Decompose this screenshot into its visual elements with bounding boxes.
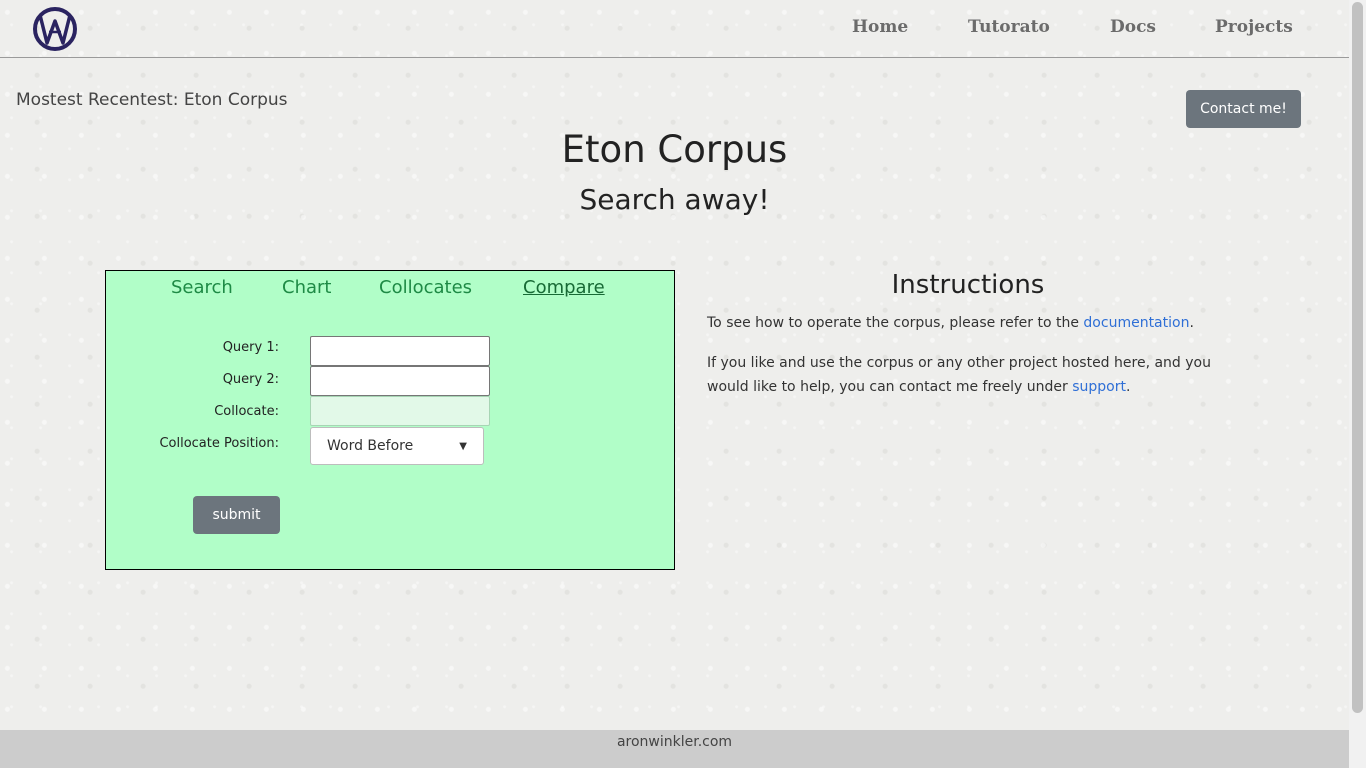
query1-input[interactable] bbox=[310, 336, 490, 366]
tab-search[interactable]: Search bbox=[171, 277, 233, 298]
submit-button[interactable]: submit bbox=[193, 496, 280, 534]
page-title: Eton Corpus bbox=[561, 128, 788, 171]
scrollbar-thumb[interactable] bbox=[1352, 2, 1363, 713]
collocate-input[interactable] bbox=[310, 396, 490, 426]
query1-label: Query 1: bbox=[222, 340, 279, 355]
documentation-link[interactable]: documentation bbox=[1083, 315, 1189, 331]
footer: aronwinkler.com bbox=[0, 730, 1349, 768]
instructions-text: . bbox=[1126, 379, 1131, 395]
collocate-position-value: Word Before bbox=[327, 438, 414, 454]
most-recent-label: Mostest Recentest: Eton Corpus bbox=[16, 90, 288, 110]
tab-collocates[interactable]: Collocates bbox=[379, 277, 472, 298]
footer-text: aronwinkler.com bbox=[616, 734, 733, 750]
instructions-title: Instructions bbox=[891, 270, 1045, 300]
instructions-text: . bbox=[1189, 315, 1194, 331]
tab-chart[interactable]: Chart bbox=[282, 277, 331, 298]
search-panel: Search Chart Collocates Compare Query 1:… bbox=[105, 270, 675, 570]
contact-button[interactable]: Contact me! bbox=[1186, 90, 1301, 128]
query2-input[interactable] bbox=[310, 366, 490, 396]
vertical-scrollbar[interactable] bbox=[1349, 0, 1366, 768]
collocate-label: Collocate: bbox=[214, 404, 279, 419]
search-tabs: Search Chart Collocates Compare bbox=[106, 277, 674, 303]
page-subtitle: Search away! bbox=[579, 183, 770, 216]
chevron-down-icon: ▼ bbox=[459, 440, 467, 452]
nav-tutorato-link[interactable]: Tutorato bbox=[968, 17, 1050, 37]
instructions-text: To see how to operate the corpus, please… bbox=[707, 315, 1084, 331]
top-navbar: Home Tutorato Docs Projects bbox=[0, 0, 1349, 58]
collocate-position-select[interactable]: Word Before ▼ bbox=[310, 427, 484, 465]
tab-compare[interactable]: Compare bbox=[523, 277, 605, 298]
instructions-paragraph-1: To see how to operate the corpus, please… bbox=[707, 311, 1237, 335]
instructions-paragraph-2: If you like and use the corpus or any ot… bbox=[707, 351, 1237, 399]
nav-projects-link[interactable]: Projects bbox=[1215, 17, 1293, 37]
query2-label: Query 2: bbox=[222, 372, 279, 387]
nav-docs-link[interactable]: Docs bbox=[1110, 17, 1156, 37]
support-link[interactable]: support bbox=[1072, 379, 1126, 395]
main-nav: Home Tutorato Docs Projects bbox=[0, 17, 1349, 43]
collocate-position-label: Collocate Position: bbox=[159, 436, 279, 451]
nav-home-link[interactable]: Home bbox=[852, 17, 908, 37]
instructions-text: If you like and use the corpus or any ot… bbox=[707, 355, 1211, 395]
